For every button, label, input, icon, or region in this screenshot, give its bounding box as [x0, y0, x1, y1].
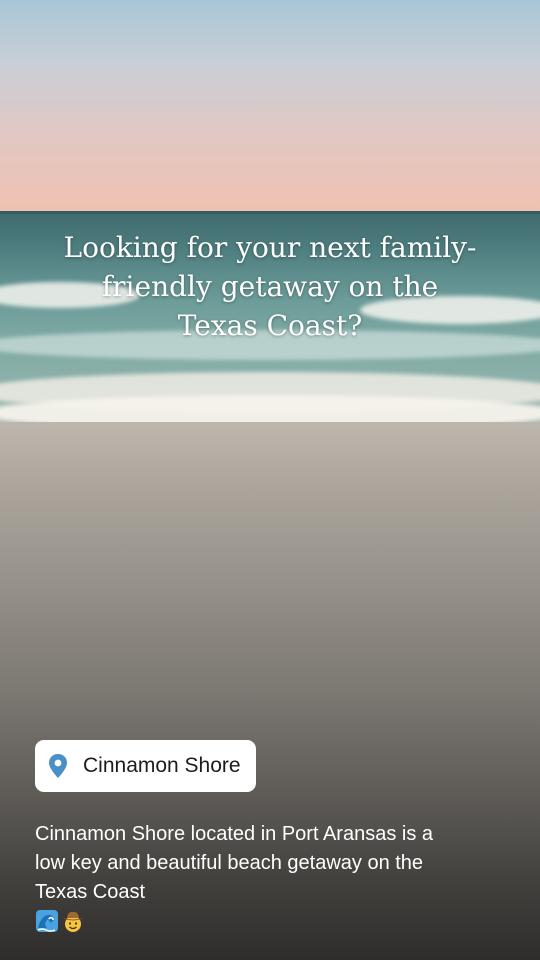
story-screen[interactable]: Looking for your next family-friendly ge…: [0, 0, 540, 960]
water-wave-emoji: [36, 910, 58, 932]
story-headline: Looking for your next family-friendly ge…: [63, 231, 477, 342]
cowboy-face-emoji: [63, 911, 83, 932]
caption-emojis: [35, 909, 435, 933]
background-sky: [0, 0, 540, 215]
caption-text: Cinnamon Shore located in Port Aransas i…: [35, 823, 433, 903]
location-label: Cinnamon Shore: [83, 754, 241, 777]
location-sticker[interactable]: Cinnamon Shore: [35, 740, 256, 792]
horizon-line: [0, 211, 540, 214]
story-caption: Cinnamon Shore located in Port Aransas i…: [35, 820, 435, 933]
location-pin-icon: [49, 754, 67, 778]
